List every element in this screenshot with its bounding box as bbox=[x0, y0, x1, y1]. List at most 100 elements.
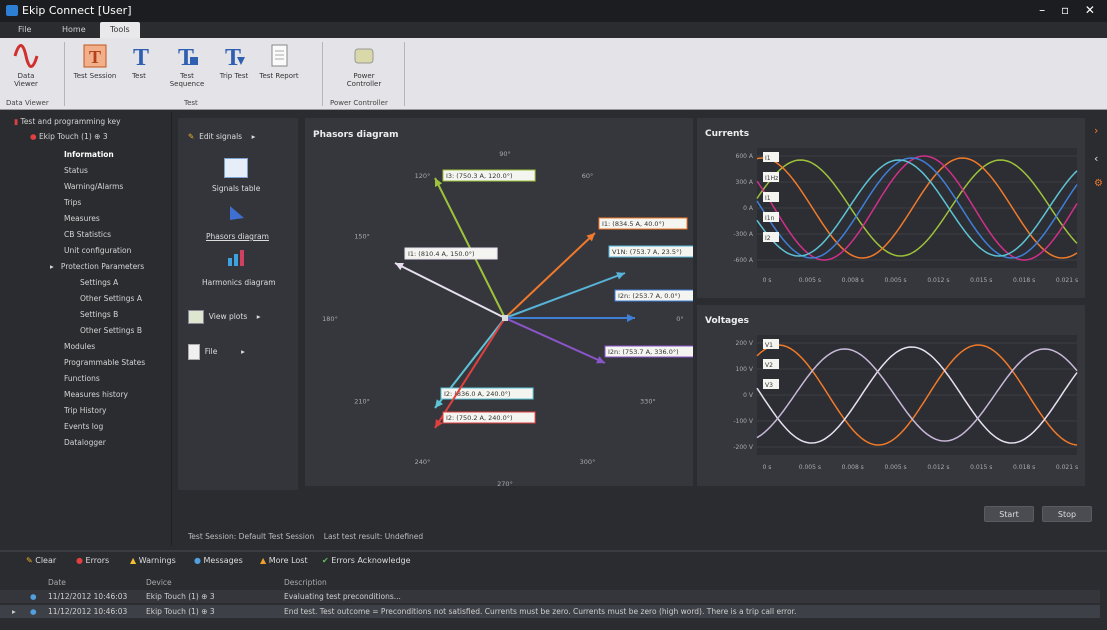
phasor-vector-label: I2: (750.2 A, 240.0°) bbox=[442, 411, 536, 424]
trip-test-icon: T bbox=[219, 42, 249, 70]
view-plots-button[interactable]: View plots ▸ bbox=[188, 310, 261, 324]
log-header-row: Date Device Description bbox=[0, 576, 1100, 589]
y-tick-label: 100 V bbox=[736, 366, 754, 373]
stop-button[interactable]: Stop bbox=[1042, 506, 1092, 522]
signals-table-label[interactable]: Signals table bbox=[212, 184, 260, 193]
log-acknowledge-tab[interactable]: ✔ Errors Acknowledge bbox=[322, 556, 411, 565]
tree-item-unit-configuration[interactable]: Unit configuration bbox=[64, 246, 131, 255]
phasor-angle-label: 90° bbox=[499, 150, 511, 158]
edit-signals-button[interactable]: ✎ Edit signals ▸ bbox=[188, 132, 255, 141]
tab-home[interactable]: Home bbox=[52, 22, 96, 38]
data-viewer-button[interactable]: Data Viewer bbox=[6, 42, 46, 88]
tree-item-cb-statistics[interactable]: CB Statistics bbox=[64, 230, 111, 239]
svg-text:I2: (750.2 A, 240.0°): I2: (750.2 A, 240.0°) bbox=[446, 414, 513, 422]
legend-item: I1 bbox=[763, 152, 779, 162]
currents-panel: Currents 600 A 300 A0 A -300 A -600 A0 s 0.0… bbox=[697, 118, 1085, 298]
trip-test-button[interactable]: T Trip Test bbox=[216, 42, 252, 80]
test-button[interactable]: T Test bbox=[126, 42, 152, 80]
expand-arrow-icon[interactable]: ▸ bbox=[12, 605, 16, 618]
group-separator bbox=[64, 42, 65, 106]
test-report-button[interactable]: Test Report bbox=[256, 42, 302, 80]
phasor-icon[interactable] bbox=[228, 204, 246, 224]
harmonics-diagram-label[interactable]: Harmonics diagram bbox=[202, 278, 276, 287]
svg-text:I2: I2 bbox=[765, 235, 771, 242]
svg-text:V2: V2 bbox=[765, 362, 773, 369]
tree-device[interactable]: ● Ekip Touch (1) ⊕ 3 bbox=[30, 132, 108, 141]
tree-item-settings-b[interactable]: Settings B bbox=[80, 310, 118, 319]
svg-text:I2n: (253.7 A, 0.0°): I2n: (253.7 A, 0.0°) bbox=[618, 292, 680, 300]
log-more-lost-tab[interactable]: ▲ More Lost bbox=[260, 556, 308, 565]
tab-file[interactable]: File bbox=[8, 22, 41, 38]
svg-text:T: T bbox=[133, 45, 149, 69]
test-sequence-icon: T bbox=[172, 42, 202, 70]
tree-item-protection-parameters[interactable]: ▸ Protection Parameters bbox=[50, 262, 144, 271]
check-icon: ✔ bbox=[322, 556, 329, 565]
phasor-angle-label: 180° bbox=[322, 315, 338, 323]
ribbon: Data Viewer T Test Session T Test T Test… bbox=[0, 38, 1107, 110]
power-controller-button[interactable]: Power Controller bbox=[336, 42, 392, 88]
log-header-device: Device bbox=[146, 578, 172, 587]
log-row[interactable]: ● 11/12/2012 10:46:03 Ekip Touch (1) ⊕ 3… bbox=[0, 590, 1100, 603]
phasor-vector-label: V1N: (753.7 A, 23.5°) bbox=[608, 245, 693, 258]
tree-item-status[interactable]: Status bbox=[64, 166, 88, 175]
tree-root[interactable]: ▮ Test and programming key bbox=[14, 117, 121, 126]
svg-text:V1: V1 bbox=[765, 342, 773, 349]
phasor-angle-label: 240° bbox=[415, 458, 431, 466]
file-button[interactable]: File ▸ bbox=[188, 344, 245, 360]
collapse-arrow-icon[interactable]: › bbox=[1094, 124, 1098, 137]
svg-text:I1: (810.4 A, 150.0°): I1: (810.4 A, 150.0°) bbox=[408, 250, 475, 258]
svg-text:T: T bbox=[89, 47, 101, 67]
legend-item: I1 bbox=[763, 192, 779, 202]
phasor-vector-label: I1: (834.5 A, 40.0°) bbox=[598, 217, 688, 230]
log-messages-tab[interactable]: ● Messages bbox=[194, 556, 243, 565]
signals-table-icon[interactable] bbox=[224, 158, 248, 178]
legend-item: V1 bbox=[763, 339, 779, 349]
svg-text:I1: I1 bbox=[765, 155, 771, 162]
log-errors-tab[interactable]: ● Errors bbox=[76, 556, 109, 565]
test-session-button[interactable]: T Test Session bbox=[72, 42, 118, 80]
x-tick-label: 0.021 s bbox=[1056, 464, 1078, 471]
tree-item-events-log[interactable]: Events log bbox=[64, 422, 103, 431]
phasor-vector-label: I2n: (253.7 A, 0.0°) bbox=[614, 289, 693, 302]
harmonics-icon[interactable] bbox=[226, 248, 246, 270]
sine-wave-icon bbox=[11, 42, 41, 70]
svg-text:V3: V3 bbox=[765, 382, 773, 389]
tree-item-programmable-states[interactable]: Programmable States bbox=[64, 358, 145, 367]
info-icon: ● bbox=[30, 607, 37, 616]
legend-item: I1n bbox=[763, 212, 779, 222]
tree-item-measures[interactable]: Measures bbox=[64, 214, 100, 223]
x-tick-label: 0.018 s bbox=[1013, 464, 1035, 471]
tab-tools[interactable]: Tools bbox=[100, 22, 140, 38]
tree-item-other-settings-b[interactable]: Other Settings B bbox=[80, 326, 142, 335]
back-arrow-icon[interactable]: ‹ bbox=[1094, 152, 1098, 165]
phasors-diagram-link[interactable]: Phasors diagram bbox=[206, 232, 269, 241]
tree-item-information[interactable]: Information bbox=[64, 150, 114, 159]
log-clear-button[interactable]: ✎ Clear bbox=[26, 556, 56, 565]
y-tick-label: -300 A bbox=[733, 231, 754, 238]
legend-item: V3 bbox=[763, 379, 779, 389]
power-controller-icon bbox=[349, 42, 379, 70]
settings-icon[interactable]: ⚙ bbox=[1094, 178, 1103, 189]
start-button[interactable]: Start bbox=[984, 506, 1034, 522]
test-sequence-button[interactable]: T Test Sequence bbox=[162, 42, 212, 88]
y-tick-label: -100 V bbox=[733, 418, 754, 425]
window-controls[interactable]: – ▫ ✕ bbox=[1039, 3, 1101, 17]
tree-item-other-settings-a[interactable]: Other Settings A bbox=[80, 294, 142, 303]
tree-item-functions[interactable]: Functions bbox=[64, 374, 100, 383]
tree-item-datalogger[interactable]: Datalogger bbox=[64, 438, 106, 447]
x-tick-label: 0.005 s bbox=[799, 464, 821, 471]
tree-item-measures-history[interactable]: Measures history bbox=[64, 390, 128, 399]
tree-item-trip-history[interactable]: Trip History bbox=[64, 406, 106, 415]
tree-item-warnings[interactable]: Warning/Alarms bbox=[64, 182, 123, 191]
tree-item-settings-a[interactable]: Settings A bbox=[80, 278, 118, 287]
phasor-vector-label: I3: (750.3 A, 120.0°) bbox=[442, 169, 536, 182]
tree-item-modules[interactable]: Modules bbox=[64, 342, 95, 351]
navigation-tree: ▮ Test and programming key ● Ekip Touch … bbox=[0, 112, 172, 546]
y-tick-label: 200 V bbox=[736, 340, 754, 347]
phasor-origin bbox=[502, 315, 508, 321]
info-icon: ● bbox=[30, 592, 37, 601]
tree-item-trips[interactable]: Trips bbox=[64, 198, 81, 207]
phasor-vector-label: I2n: (753.7 A, 336.0°) bbox=[604, 345, 693, 358]
log-warnings-tab[interactable]: ▲ Warnings bbox=[130, 556, 176, 565]
log-row[interactable]: ▸ ● 11/12/2012 10:46:03 Ekip Touch (1) ⊕… bbox=[0, 605, 1100, 618]
